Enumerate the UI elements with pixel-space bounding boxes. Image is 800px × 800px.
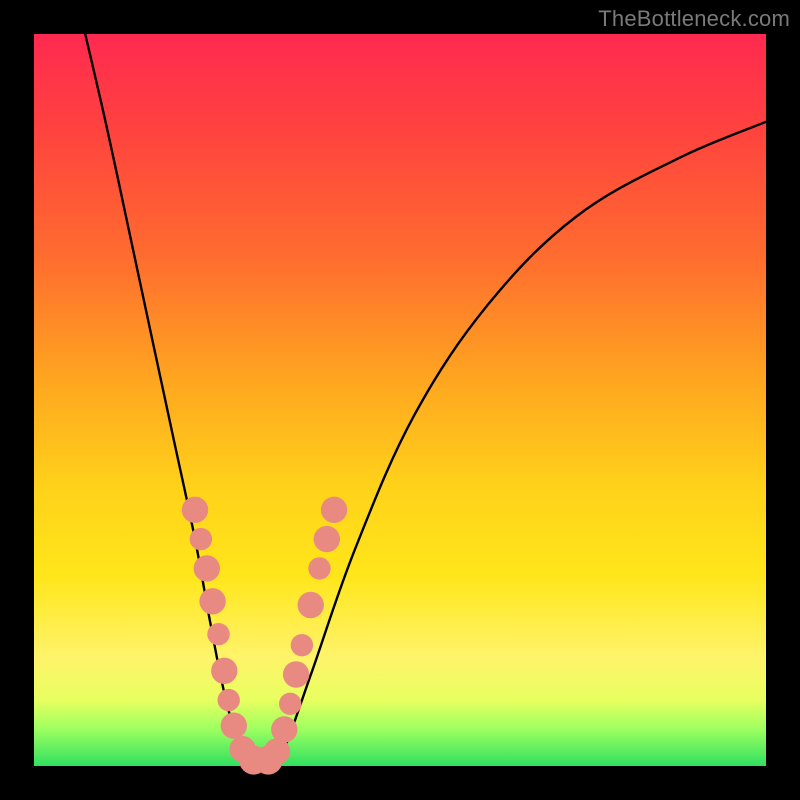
marker-dot (298, 592, 324, 618)
marker-dot (207, 623, 229, 645)
marker-dot (190, 528, 212, 550)
marker-dot (283, 661, 309, 687)
marker-dot (211, 658, 237, 684)
marker-dot (321, 497, 347, 523)
plot-area (34, 34, 766, 766)
marker-dot (291, 634, 313, 656)
marker-dot (271, 716, 297, 742)
marker-dot (279, 693, 301, 715)
marker-dot (314, 526, 340, 552)
bottleneck-curve (85, 34, 766, 764)
marker-dot (221, 713, 247, 739)
marker-dots (182, 497, 347, 775)
chart-svg (34, 34, 766, 766)
marker-dot (182, 497, 208, 523)
marker-dot (308, 557, 330, 579)
marker-dot (218, 689, 240, 711)
marker-dot (199, 588, 225, 614)
watermark-text: TheBottleneck.com (598, 6, 790, 32)
marker-dot (194, 555, 220, 581)
outer-frame: TheBottleneck.com (0, 0, 800, 800)
